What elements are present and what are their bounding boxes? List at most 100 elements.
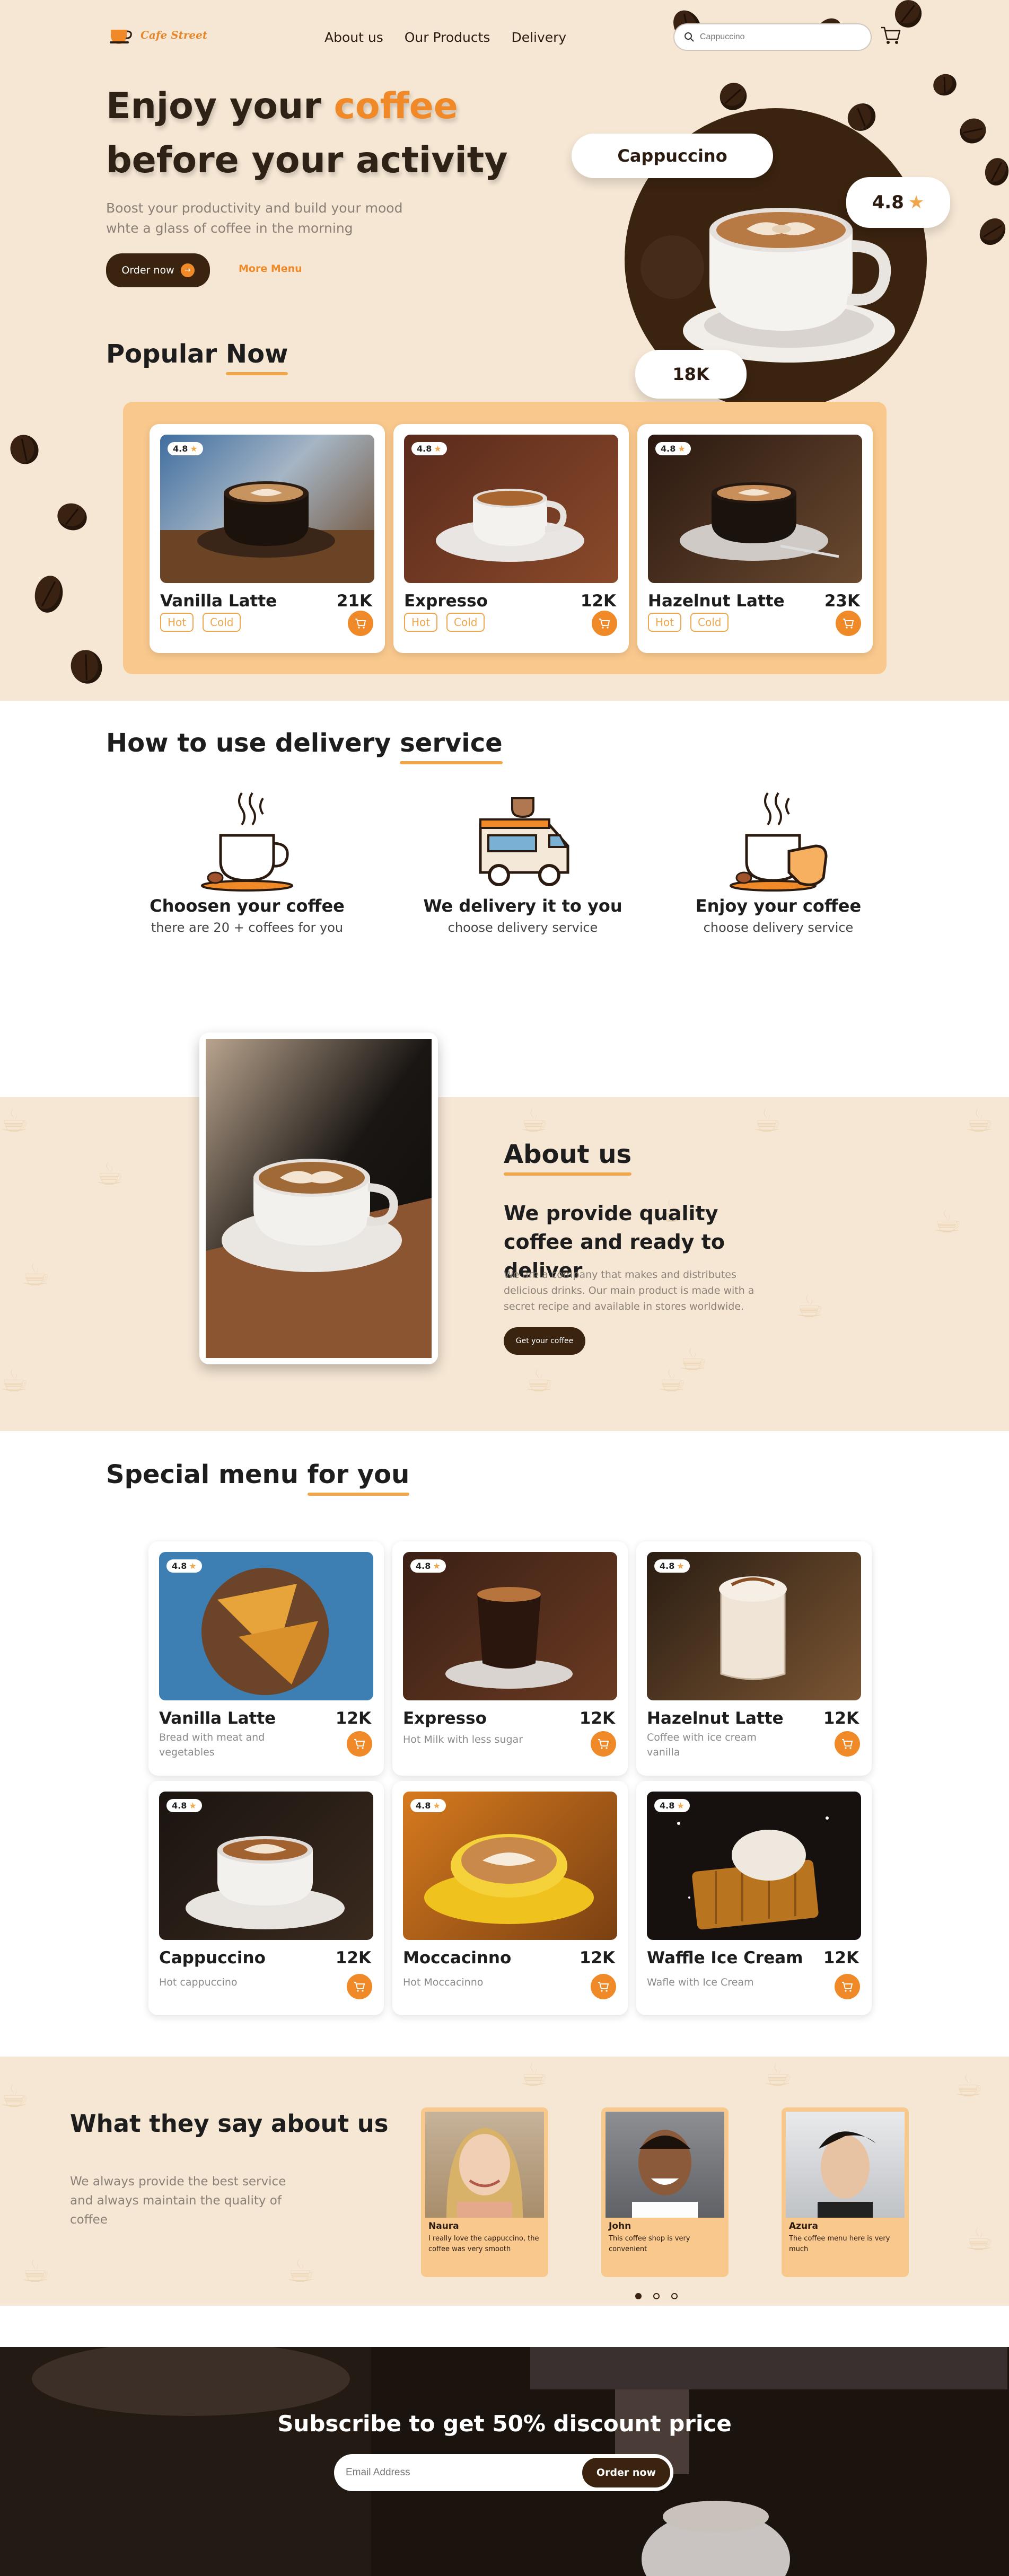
add-to-cart-button[interactable] — [348, 611, 373, 636]
cup-pattern-icon: ☕ — [286, 2253, 315, 2290]
add-to-cart-button[interactable] — [835, 1731, 860, 1757]
step-subtitle: there are 20 + coffees for you — [151, 920, 344, 935]
product-name: Vanilla Latte — [160, 592, 277, 611]
product-name: Cappuccino — [159, 1948, 266, 1968]
hot-tag[interactable]: Hot — [160, 613, 194, 632]
popular-card[interactable]: 4.8 ★ Expresso 12K Hot Cold — [393, 424, 629, 653]
product-description: Hot Milk with less sugar — [403, 1734, 523, 1745]
order-now-button[interactable]: Order now → — [106, 253, 210, 287]
special-card[interactable]: 4.8 ★ Expresso 12K Hot Milk with less sug… — [392, 1541, 628, 1776]
popular-card[interactable]: 4.8 ★ Vanilla Latte 21K Hot Cold — [150, 424, 385, 653]
reviewer-name: John — [609, 2221, 631, 2231]
cart-icon — [599, 619, 610, 629]
review-text: This coffee shop is very convenient — [609, 2235, 690, 2253]
email-field[interactable] — [346, 2467, 579, 2478]
price-badge: 18K — [635, 350, 747, 399]
carousel-dots — [635, 2293, 678, 2299]
product-name: Waffle Ice Cream — [647, 1948, 803, 1968]
cup-pattern-icon: ☕ — [525, 1362, 554, 1399]
delivery-truck-icon — [479, 797, 569, 886]
cup-pattern-icon: ☕ — [520, 2057, 548, 2094]
cup-pattern-icon: ☕ — [753, 1102, 782, 1140]
hero-subtitle: Boost your productivity and build your m… — [106, 200, 403, 236]
about-body: We are a company that makes and distribu… — [504, 1269, 754, 1312]
product-price: 12K — [579, 1709, 615, 1728]
add-to-cart-button[interactable] — [591, 1731, 616, 1757]
add-to-cart-button[interactable] — [836, 611, 861, 636]
brand-logo[interactable]: Cafe Street — [109, 25, 207, 45]
special-card[interactable]: 4.8 ★ Hazelnut Latte 12K Coffee with ice … — [636, 1541, 872, 1776]
cart-icon — [842, 1982, 853, 1992]
search-input[interactable] — [700, 32, 848, 42]
product-price: 12K — [335, 1709, 371, 1728]
hot-tag[interactable]: Hot — [404, 613, 438, 632]
hazelnut-latte-photo — [680, 482, 839, 561]
order-now-label: Order now — [121, 264, 174, 276]
special-card[interactable]: 4.8 ★ Cappuccino 12K Hot cappuccino — [148, 1781, 384, 2015]
rating-value: 4.8 — [173, 444, 188, 454]
testimonial-card: Azura The coffee menu here is very much — [782, 2107, 909, 2277]
avatar — [425, 2112, 544, 2218]
special-card[interactable]: 4.8 ★ Vanilla Latte 12K Bread with meat a… — [148, 1541, 384, 1776]
special-card[interactable]: 4.8 ★ Moccacinno 12K Hot Moccacinno — [392, 1781, 628, 2015]
nav-about-us[interactable]: About us — [324, 30, 383, 45]
cart-icon[interactable] — [880, 25, 901, 46]
rating-chip: 4.8 ★ — [654, 1559, 690, 1573]
search-bar[interactable] — [673, 23, 872, 51]
cup-pattern-icon: ☕ — [965, 2221, 994, 2258]
cold-tag[interactable]: Cold — [446, 613, 485, 632]
more-menu-link[interactable]: More Menu — [239, 263, 302, 275]
product-description: Coffee with ice cream vanilla — [647, 1732, 757, 1758]
step-title: Choosen your coffee — [150, 896, 345, 916]
rating-chip: 4.8 ★ — [410, 1799, 446, 1812]
rating-badge: 4.8 ★ — [846, 177, 950, 228]
arrow-right-icon: → — [180, 263, 195, 277]
cup-pattern-icon: ☕ — [0, 2078, 29, 2115]
cup-pattern-icon: ☕ — [21, 2253, 50, 2290]
nav-our-products[interactable]: Our Products — [405, 30, 490, 45]
nav-delivery[interactable]: Delivery — [511, 30, 566, 45]
get-your-coffee-button[interactable]: Get your coffee — [504, 1327, 585, 1355]
cup-pattern-icon: ☕ — [657, 1362, 686, 1399]
product-name: Expresso — [404, 592, 488, 611]
cold-tag[interactable]: Cold — [690, 613, 729, 632]
star-icon: ★ — [433, 1561, 441, 1571]
delivery-step: Choosen your coffee there are 20 + coffe… — [136, 788, 358, 935]
main-nav: About us Our Products Delivery — [324, 30, 566, 45]
cup-pattern-icon: ☕ — [954, 2067, 983, 2104]
add-to-cart-button[interactable] — [592, 611, 617, 636]
product-image: 4.8 ★ — [404, 435, 618, 583]
carousel-dot[interactable] — [653, 2293, 660, 2299]
cart-icon — [843, 619, 854, 629]
man-portrait — [818, 2131, 876, 2218]
add-to-cart-button[interactable] — [347, 1731, 372, 1757]
star-icon: ★ — [189, 1801, 197, 1811]
cold-tag[interactable]: Cold — [203, 613, 241, 632]
add-to-cart-button[interactable] — [347, 1974, 372, 1999]
subscribe-title: Subscribe to get 50% discount price — [277, 2411, 732, 2437]
rating-chip: 4.8 ★ — [166, 1559, 202, 1573]
rating-chip: 4.8 ★ — [655, 442, 691, 455]
product-price: 23K — [824, 592, 860, 611]
product-image: 4.8 ★ — [403, 1552, 617, 1700]
testimonial-card: Naura I really love the cappuccino, the … — [421, 2107, 548, 2277]
subscribe-order-now-button[interactable]: Order now — [582, 2458, 670, 2487]
product-name: Hazelnut Latte — [647, 1709, 784, 1728]
about-title: About us — [504, 1140, 632, 1176]
add-to-cart-button[interactable] — [591, 1974, 616, 1999]
special-card[interactable]: 4.8 ★ Waffle Ice Cream 12K Wafle with Ice… — [636, 1781, 872, 2015]
reviewer-name: Azura — [789, 2221, 819, 2231]
coffee-cup-steam-icon — [201, 792, 293, 892]
hot-tag[interactable]: Hot — [648, 613, 682, 632]
delivery-step: We delivery it to you choose delivery se… — [411, 788, 634, 935]
popular-card[interactable]: 4.8 ★ Hazelnut Latte 23K Hot Cold — [637, 424, 873, 653]
expresso-photo — [436, 489, 584, 562]
enjoy-coffee-hand-icon — [730, 792, 828, 892]
carousel-dot[interactable] — [671, 2293, 678, 2299]
cup-pattern-icon: ☕ — [0, 1362, 29, 1399]
how-title-underlined: service — [400, 728, 503, 764]
carousel-dot-active[interactable] — [635, 2293, 642, 2299]
hero-title: Enjoy your coffee before your activity — [106, 80, 508, 188]
add-to-cart-button[interactable] — [835, 1974, 860, 1999]
woman-portrait — [446, 2128, 523, 2218]
